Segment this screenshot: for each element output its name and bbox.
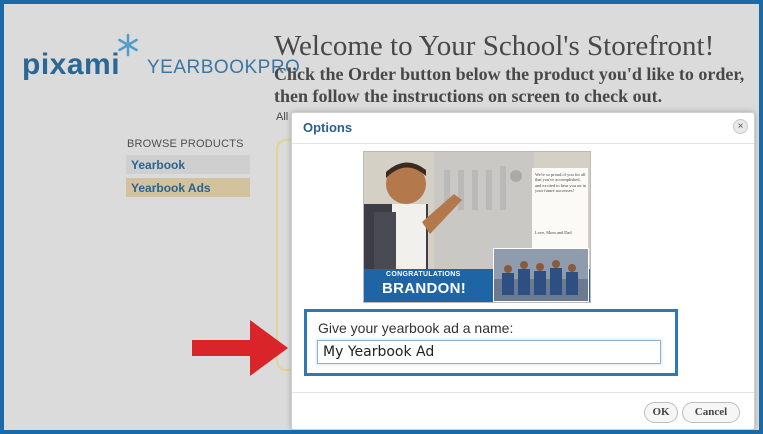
- ad-congrats-text: CONGRATULATIONS: [386, 271, 461, 278]
- dialog-footer-divider: [292, 392, 754, 393]
- dialog-title: Options: [303, 120, 353, 135]
- ad-name-input[interactable]: [317, 340, 661, 364]
- close-icon[interactable]: ×: [733, 119, 748, 134]
- ok-button[interactable]: OK: [644, 402, 678, 423]
- ad-team-photo: [493, 248, 589, 302]
- ad-name-text: BRANDON!: [382, 280, 467, 297]
- ad-message-text: We're so proud of you for all that you'v…: [535, 172, 586, 193]
- yearbook-ad-preview: CONGRATULATIONS BRANDON! We're so proud …: [363, 151, 591, 303]
- ad-signature-text: Love, Mom and Dad: [535, 230, 572, 235]
- app-window: pixami YEARBOOKPRO Welcome to Your Schoo…: [0, 0, 763, 434]
- ad-name-label: Give your yearbook ad a name:: [318, 320, 514, 336]
- dialog-header-divider: [292, 143, 754, 144]
- options-dialog: Options × CONGRATULATIONS BRANDON! We're…: [291, 112, 755, 430]
- ad-name-section: Give your yearbook ad a name:: [304, 309, 678, 376]
- red-arrow-icon: [192, 320, 288, 376]
- team-photo-image: [494, 249, 588, 301]
- cancel-button[interactable]: Cancel: [682, 402, 740, 423]
